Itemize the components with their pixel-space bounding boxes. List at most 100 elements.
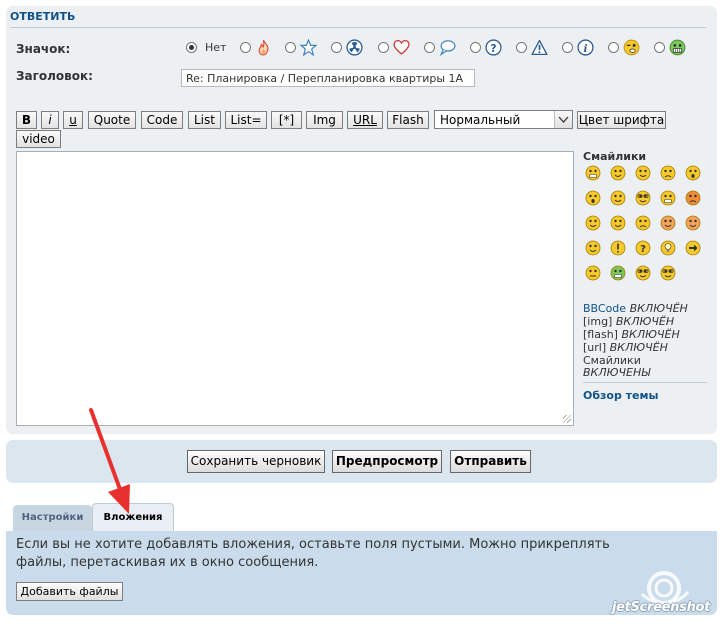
- url-button[interactable]: URL: [347, 111, 383, 129]
- icon-option-fire[interactable]: [240, 38, 274, 58]
- dropdown-arrow[interactable]: [554, 111, 572, 128]
- smiley-mad-icon[interactable]: [685, 190, 701, 206]
- ordered-list-button[interactable]: List=: [225, 111, 267, 129]
- smiley-ugeek-icon[interactable]: [660, 265, 676, 281]
- radio[interactable]: [470, 42, 481, 53]
- icon-option-heart[interactable]: [378, 38, 414, 58]
- list-item-button[interactable]: [*]: [271, 111, 302, 129]
- smiley-exclaim-icon[interactable]: [610, 240, 626, 256]
- url-state: ВКЛЮЧЁН: [609, 341, 668, 354]
- icon-label: Значок:: [16, 42, 71, 56]
- underline-button[interactable]: u: [63, 111, 83, 129]
- flash-state: ВКЛЮЧЁН: [621, 328, 680, 341]
- bbcode-link[interactable]: BBCode: [583, 302, 626, 315]
- svg-text:?: ?: [490, 42, 496, 55]
- flash-button[interactable]: Flash: [387, 111, 429, 129]
- heart-icon: [393, 39, 410, 55]
- smiley-question-icon[interactable]: ?: [635, 240, 651, 256]
- divider: [10, 27, 706, 28]
- font-color-button[interactable]: Цвет шрифта: [577, 111, 666, 129]
- question-icon: ?: [485, 39, 502, 56]
- topic-review-link[interactable]: Обзор темы: [583, 389, 658, 402]
- panel-title: ОТВЕТИТЬ: [10, 10, 76, 23]
- smiley-cool-icon[interactable]: [635, 190, 651, 206]
- quote-button[interactable]: Quote: [88, 111, 136, 129]
- star-icon: [300, 39, 317, 56]
- radio[interactable]: [608, 42, 619, 53]
- img-key: [img]: [583, 315, 613, 328]
- smiley-surprised-icon[interactable]: [685, 165, 701, 181]
- flash-key: [flash]: [583, 328, 618, 341]
- smiley-rolling-eyes-icon[interactable]: [585, 240, 601, 256]
- radio[interactable]: [654, 42, 665, 53]
- code-button[interactable]: Code: [141, 111, 183, 129]
- url-key: [url]: [583, 341, 607, 354]
- smiley-embarrassed-icon[interactable]: [610, 215, 626, 231]
- divider: [583, 382, 707, 383]
- icon-option-radiation[interactable]: [331, 38, 367, 58]
- submit-button[interactable]: Отправить: [450, 450, 531, 473]
- radiation-icon: [346, 39, 363, 56]
- smilies-title: Смайлики: [583, 150, 647, 163]
- flash-status: [flash] ВКЛЮЧЁН: [583, 328, 680, 341]
- smiley-idea-icon[interactable]: [660, 240, 676, 256]
- img-status: [img] ВКЛЮЧЁН: [583, 315, 674, 328]
- icon-option-grin[interactable]: [654, 38, 690, 58]
- subject-label: Заголовок:: [16, 69, 93, 83]
- wink-icon: [623, 39, 640, 56]
- smiley-smile-icon[interactable]: [610, 165, 626, 181]
- radio[interactable]: [331, 42, 342, 53]
- smiley-razz-icon[interactable]: [585, 215, 601, 231]
- radio[interactable]: [378, 42, 389, 53]
- resize-handle[interactable]: [563, 415, 571, 423]
- bbcode-state: ВКЛЮЧЁН: [629, 302, 688, 315]
- icon-option-warning[interactable]: [516, 38, 552, 58]
- smiley-twisted-evil-icon[interactable]: [685, 215, 701, 231]
- bbcode-status: BBCode ВКЛЮЧЁН: [583, 302, 688, 315]
- list-button[interactable]: List: [188, 111, 221, 129]
- italic-button[interactable]: i: [41, 111, 59, 129]
- smiley-evil-icon[interactable]: [660, 215, 676, 231]
- radio[interactable]: [240, 42, 251, 53]
- icon-option-info[interactable]: i: [562, 38, 598, 58]
- smiley-laughing-icon[interactable]: [660, 190, 676, 206]
- smiley-green-grin-icon[interactable]: [610, 265, 626, 281]
- img-button[interactable]: Img: [306, 111, 343, 129]
- icon-option-none[interactable]: Нет: [186, 38, 232, 58]
- save-draft-button[interactable]: Сохранить черновик: [187, 450, 325, 473]
- info-icon: i: [577, 39, 594, 56]
- smilies-status-state: ВКЛЮЧЕНЫ: [583, 366, 650, 379]
- bold-button[interactable]: B: [16, 111, 37, 129]
- preview-button[interactable]: Предпросмотр: [332, 450, 442, 473]
- radio[interactable]: [516, 42, 527, 53]
- radio[interactable]: [285, 42, 296, 53]
- speech-bubble-icon: [439, 40, 456, 56]
- font-size-select[interactable]: Нормальный: [434, 110, 573, 129]
- icon-option-wink[interactable]: [608, 38, 644, 58]
- smiley-crying-icon[interactable]: [635, 215, 651, 231]
- radio[interactable]: [562, 42, 573, 53]
- icon-option-question[interactable]: ?: [470, 38, 506, 58]
- smiley-sad-icon[interactable]: [660, 165, 676, 181]
- video-button[interactable]: video: [16, 130, 61, 148]
- icon-option-speech[interactable]: [424, 38, 460, 58]
- add-files-button[interactable]: Добавить файлы: [16, 582, 123, 601]
- smiley-neutral-icon[interactable]: [585, 265, 601, 281]
- img-state: ВКЛЮЧЁН: [615, 315, 675, 328]
- smiley-wink-icon[interactable]: [635, 165, 651, 181]
- icon-option-star[interactable]: [285, 38, 321, 58]
- smiley-geek-icon[interactable]: [635, 265, 651, 281]
- smiley-very-happy-icon[interactable]: [585, 165, 601, 181]
- smiley-confused-icon[interactable]: [610, 190, 626, 206]
- message-textarea[interactable]: [16, 151, 574, 426]
- smiley-arrow-icon[interactable]: [685, 240, 701, 256]
- tab-settings[interactable]: Настройки: [13, 505, 92, 532]
- radio[interactable]: [424, 42, 435, 53]
- font-size-value: Нормальный: [440, 113, 521, 127]
- icon-none-label: Нет: [205, 41, 227, 54]
- smiley-shocked-icon[interactable]: [585, 190, 601, 206]
- radio-selected[interactable]: [186, 42, 197, 53]
- subject-input[interactable]: [181, 69, 475, 87]
- grin-icon: [669, 39, 686, 56]
- tab-attachments[interactable]: Вложения: [92, 503, 174, 532]
